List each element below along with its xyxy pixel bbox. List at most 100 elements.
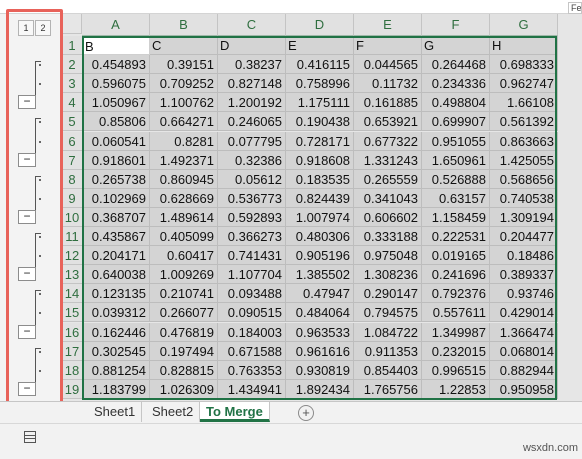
table-cell[interactable]: 0.39151 [150, 55, 218, 74]
sheet-view-icon[interactable] [24, 431, 36, 443]
table-cell[interactable]: 1.349987 [422, 323, 490, 342]
column-header-c[interactable]: C [218, 14, 286, 36]
row-header[interactable]: 4 [62, 93, 82, 112]
table-cell[interactable]: 1.308236 [354, 265, 422, 284]
collapse-group-icon[interactable]: − [18, 210, 36, 224]
table-cell[interactable]: 0.264468 [422, 55, 490, 74]
table-cell[interactable]: 0.961616 [286, 342, 354, 361]
table-cell[interactable]: 0.197494 [150, 342, 218, 361]
table-cell[interactable]: 0.32386 [218, 151, 286, 170]
select-all-corner[interactable] [62, 14, 82, 34]
table-cell[interactable]: 0.557611 [422, 303, 490, 322]
table-cell[interactable]: 0.792376 [422, 284, 490, 303]
table-cell[interactable]: 0.18486 [490, 246, 558, 265]
table-cell[interactable]: 0.596075 [82, 74, 150, 93]
row-header[interactable]: 14 [62, 284, 82, 303]
column-header-d[interactable]: D [286, 14, 354, 36]
column-header-e[interactable]: E [354, 14, 422, 36]
table-cell[interactable]: 0.090515 [218, 303, 286, 322]
table-cell[interactable]: 1.366474 [490, 323, 558, 342]
table-cell[interactable]: 0.368707 [82, 208, 150, 227]
table-cell[interactable]: 0.975048 [354, 246, 422, 265]
table-cell[interactable]: 1.492371 [150, 151, 218, 170]
row-header[interactable]: 3 [62, 74, 82, 93]
table-cell[interactable]: 0.85806 [82, 112, 150, 131]
table-cell[interactable]: 0.963533 [286, 323, 354, 342]
formula-bar-input[interactable]: Fe [568, 2, 582, 14]
table-cell[interactable]: 1.026309 [150, 380, 218, 399]
table-cell[interactable]: 0.484064 [286, 303, 354, 322]
table-cell[interactable]: 0.183535 [286, 170, 354, 189]
table-cell[interactable]: 1.084722 [354, 323, 422, 342]
table-cell[interactable]: 0.222531 [422, 227, 490, 246]
table-cell[interactable]: 0.536773 [218, 189, 286, 208]
table-cell[interactable]: 0.093488 [218, 284, 286, 303]
header-cell[interactable]: D [218, 36, 286, 55]
table-cell[interactable]: 0.341043 [354, 189, 422, 208]
table-cell[interactable]: 1.489614 [150, 208, 218, 227]
table-cell[interactable]: 1.009269 [150, 265, 218, 284]
row-header[interactable]: 11 [62, 227, 82, 246]
row-header[interactable]: 16 [62, 323, 82, 342]
header-cell[interactable]: E [286, 36, 354, 55]
row-header[interactable]: 19 [62, 380, 82, 399]
table-cell[interactable]: 0.794575 [354, 303, 422, 322]
table-cell[interactable]: 0.699907 [422, 112, 490, 131]
row-header[interactable]: 18 [62, 361, 82, 380]
column-header-g[interactable]: G [490, 14, 558, 36]
tab-to-merge[interactable]: To Merge [200, 402, 270, 422]
table-cell[interactable]: 0.38237 [218, 55, 286, 74]
table-cell[interactable]: 0.161885 [354, 93, 422, 112]
header-cell[interactable]: B [82, 36, 150, 55]
table-cell[interactable]: 0.019165 [422, 246, 490, 265]
table-cell[interactable]: 1.331243 [354, 151, 422, 170]
table-cell[interactable]: 0.265738 [82, 170, 150, 189]
table-cell[interactable]: 1.175111 [286, 93, 354, 112]
table-cell[interactable]: 0.241696 [422, 265, 490, 284]
row-header[interactable]: 8 [62, 170, 82, 189]
outline-level-2-button[interactable]: 2 [35, 20, 51, 36]
table-cell[interactable]: 0.47947 [286, 284, 354, 303]
table-cell[interactable]: 0.592893 [218, 208, 286, 227]
table-cell[interactable]: 0.302545 [82, 342, 150, 361]
table-cell[interactable]: 1.158459 [422, 208, 490, 227]
table-cell[interactable]: 0.429014 [490, 303, 558, 322]
column-header-a[interactable]: A [82, 14, 150, 36]
table-cell[interactable]: 0.123135 [82, 284, 150, 303]
table-cell[interactable]: 0.561392 [490, 112, 558, 131]
table-cell[interactable]: 1.100762 [150, 93, 218, 112]
table-cell[interactable]: 1.107704 [218, 265, 286, 284]
table-cell[interactable]: 0.476819 [150, 323, 218, 342]
table-cell[interactable]: 0.93746 [490, 284, 558, 303]
table-cell[interactable]: 0.860945 [150, 170, 218, 189]
table-cell[interactable]: 1.183799 [82, 380, 150, 399]
table-cell[interactable]: 0.606602 [354, 208, 422, 227]
table-cell[interactable]: 0.911353 [354, 342, 422, 361]
row-header[interactable]: 17 [62, 342, 82, 361]
table-cell[interactable]: 0.568656 [490, 170, 558, 189]
collapse-group-icon[interactable]: − [18, 95, 36, 109]
table-cell[interactable]: 0.416115 [286, 55, 354, 74]
table-cell[interactable]: 0.640038 [82, 265, 150, 284]
table-cell[interactable]: 0.290147 [354, 284, 422, 303]
table-cell[interactable]: 0.333188 [354, 227, 422, 246]
table-cell[interactable]: 0.827148 [218, 74, 286, 93]
table-cell[interactable]: 0.930819 [286, 361, 354, 380]
header-cell[interactable]: C [150, 36, 218, 55]
table-cell[interactable]: 0.102969 [82, 189, 150, 208]
table-cell[interactable]: 0.824439 [286, 189, 354, 208]
table-cell[interactable]: 1.22853 [422, 380, 490, 399]
row-header[interactable]: 9 [62, 189, 82, 208]
table-cell[interactable]: 0.246065 [218, 112, 286, 131]
table-cell[interactable]: 0.664271 [150, 112, 218, 131]
table-cell[interactable]: 0.951055 [422, 132, 490, 151]
table-cell[interactable]: 0.389337 [490, 265, 558, 284]
table-cell[interactable]: 0.918601 [82, 151, 150, 170]
table-cell[interactable]: 0.190438 [286, 112, 354, 131]
header-cell[interactable]: G [422, 36, 490, 55]
table-cell[interactable]: 0.962747 [490, 74, 558, 93]
tab-sheet2[interactable]: Sheet2 [146, 402, 201, 422]
table-cell[interactable]: 1.765756 [354, 380, 422, 399]
table-cell[interactable]: 0.628669 [150, 189, 218, 208]
table-cell[interactable]: 0.671588 [218, 342, 286, 361]
